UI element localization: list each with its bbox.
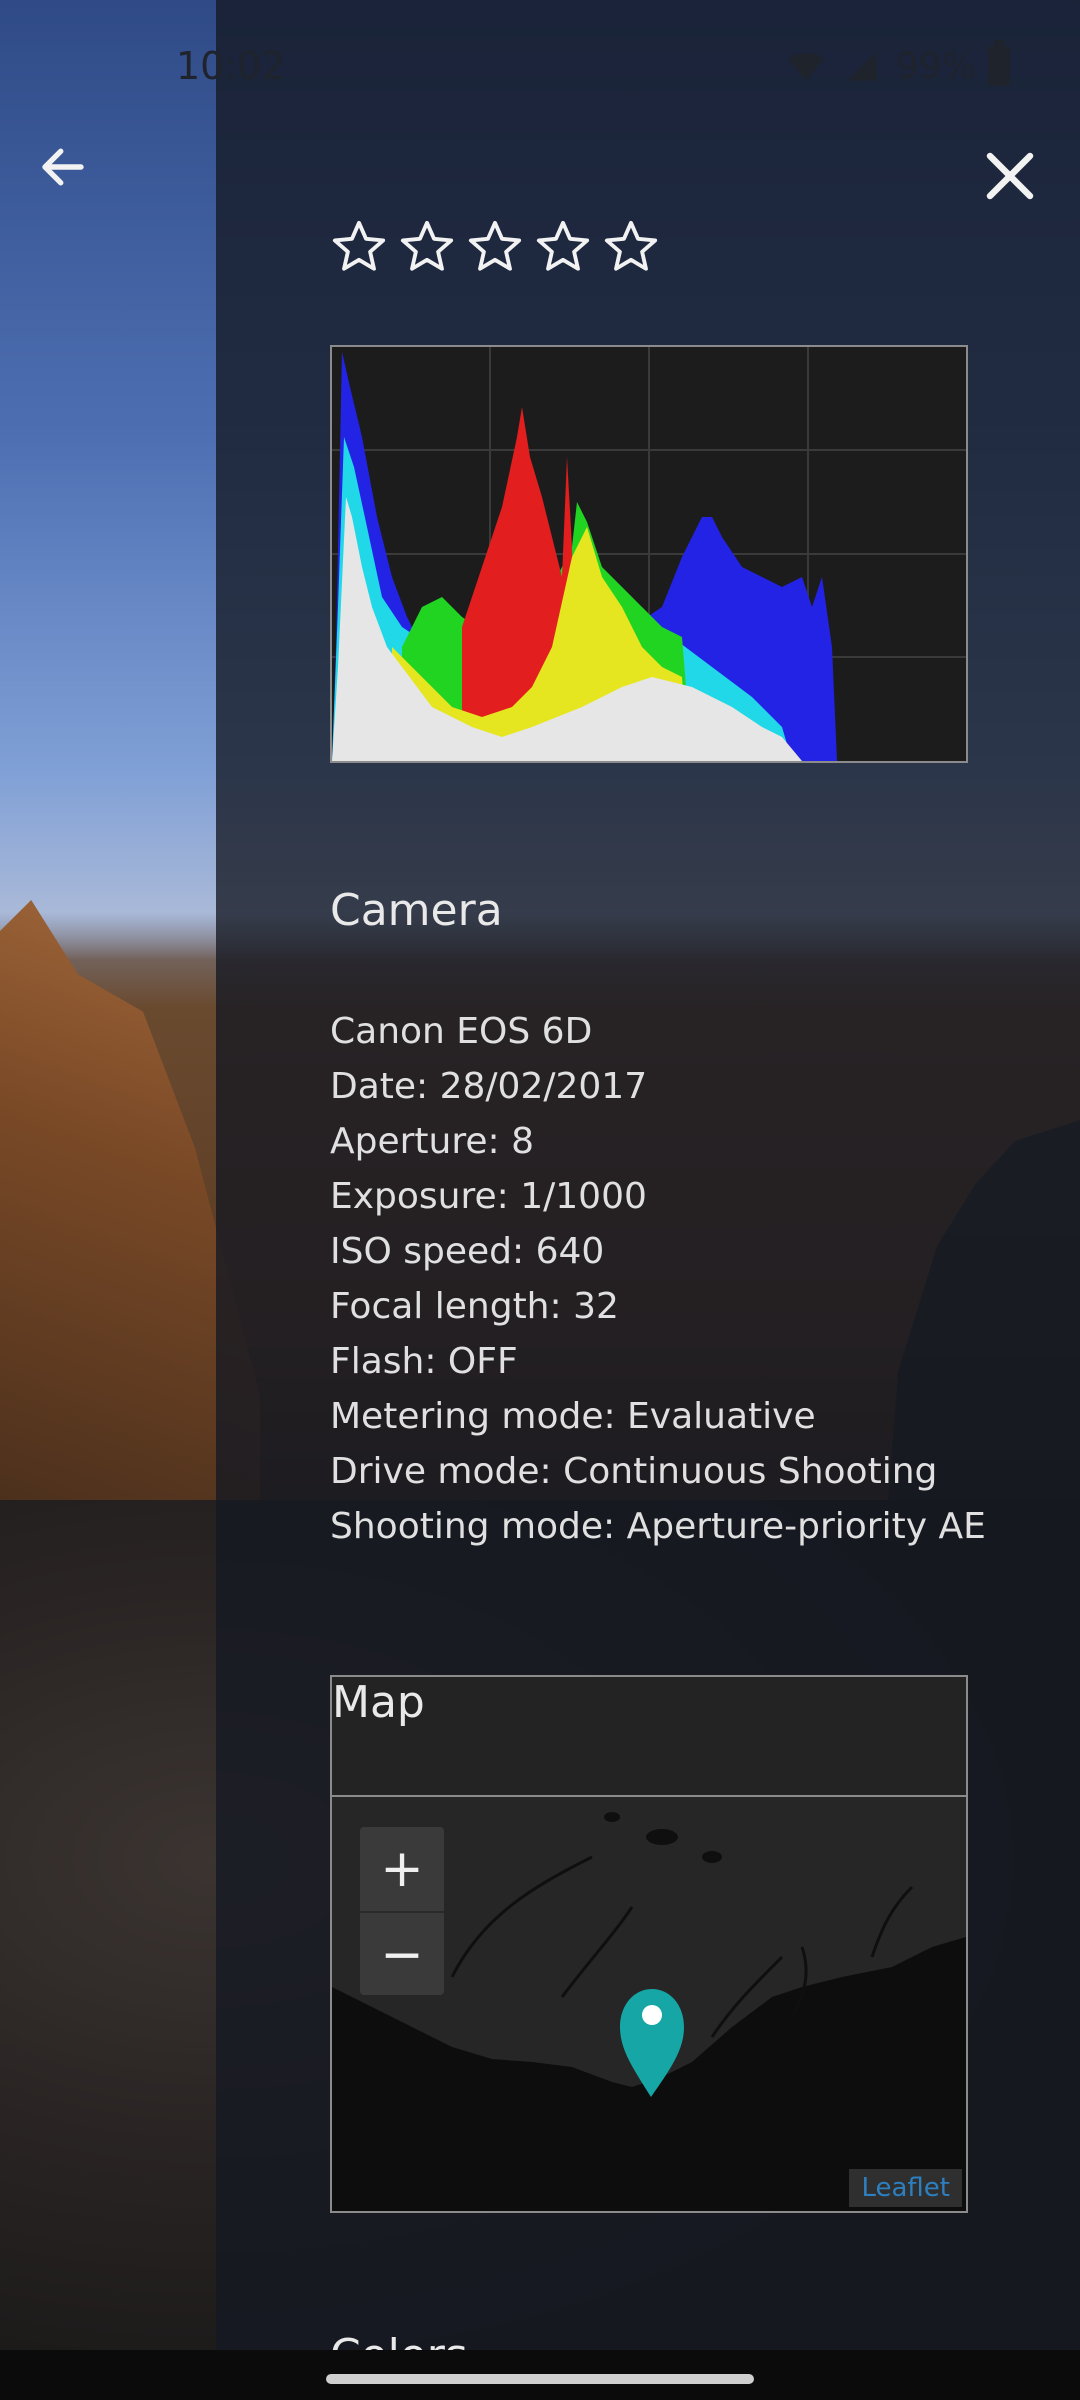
star-5-icon[interactable]: [602, 218, 660, 276]
camera-drive-mode: Drive mode: Continuous Shooting: [330, 1451, 938, 1492]
camera-section-title: Camera: [330, 885, 503, 936]
camera-details: Canon EOS 6D Date: 28/02/2017 Aperture: …: [330, 1004, 1050, 1554]
histogram: [330, 345, 968, 763]
leaflet-attribution-link[interactable]: Leaflet: [849, 2169, 962, 2207]
camera-iso: ISO speed: 640: [330, 1231, 605, 1272]
arrow-left-icon[interactable]: [36, 140, 90, 194]
gesture-handle[interactable]: [326, 2374, 754, 2384]
zoom-in-button[interactable]: +: [360, 1827, 444, 1911]
map-view[interactable]: + − Leaflet: [330, 1795, 968, 2213]
status-time: 10:02: [176, 44, 286, 88]
camera-model: Canon EOS 6D: [330, 1011, 593, 1052]
zoom-out-button[interactable]: −: [360, 1913, 444, 1997]
camera-aperture: Aperture: 8: [330, 1121, 534, 1162]
star-4-icon[interactable]: [534, 218, 592, 276]
map-zoom-controls: + −: [360, 1827, 444, 1995]
star-2-icon[interactable]: [398, 218, 456, 276]
histogram-plot: [332, 347, 966, 761]
wifi-icon: [787, 53, 825, 81]
camera-metering-mode: Metering mode: Evaluative: [330, 1396, 816, 1437]
battery-percent: 99%: [895, 45, 976, 87]
star-rating: [330, 218, 660, 276]
camera-exposure: Exposure: 1/1000: [330, 1176, 647, 1217]
camera-date: Date: 28/02/2017: [330, 1066, 648, 1107]
status-indicators: 99%: [784, 40, 1010, 88]
battery-icon: [988, 40, 1010, 86]
star-3-icon[interactable]: [466, 218, 524, 276]
camera-focal-length: Focal length: 32: [330, 1286, 619, 1327]
signal-icon: [847, 51, 877, 81]
star-1-icon[interactable]: [330, 218, 388, 276]
close-icon[interactable]: [980, 146, 1040, 206]
camera-flash: Flash: OFF: [330, 1341, 518, 1382]
camera-shooting-mode: Shooting mode: Aperture-priority AE: [330, 1506, 986, 1547]
